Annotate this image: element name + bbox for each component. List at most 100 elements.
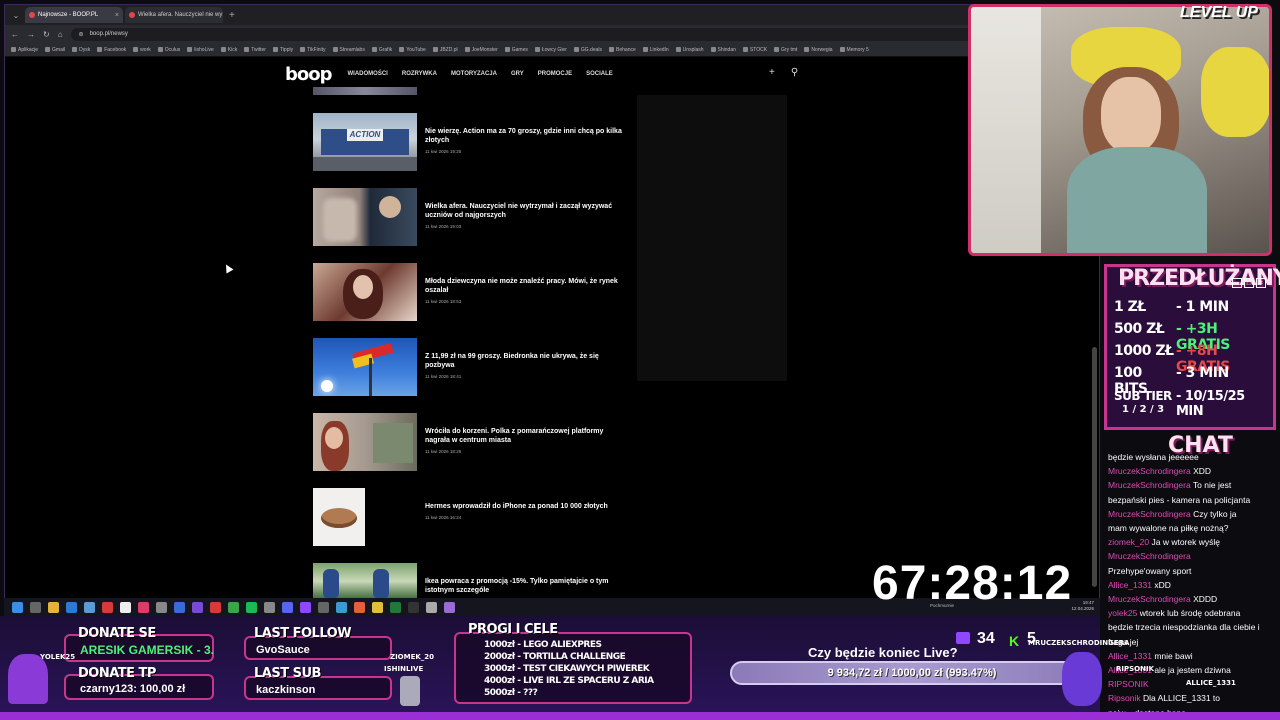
bookmark-item[interactable]: Behance <box>609 47 636 53</box>
site-logo[interactable]: boop <box>285 64 333 85</box>
file-explorer-icon[interactable] <box>48 601 59 613</box>
chat-message: bezpański pies - kamera na policjanta <box>1104 493 1276 507</box>
steam-icon[interactable] <box>336 601 347 613</box>
app-icon[interactable] <box>192 601 203 613</box>
bookmark-item[interactable]: Kick <box>220 47 237 53</box>
app-icon[interactable] <box>102 601 113 613</box>
site-info-icon[interactable]: ⊜ <box>79 31 84 38</box>
article-title[interactable]: Nie wierzę. Action ma za 70 groszy, gdzi… <box>425 127 625 145</box>
bookmark-label: Dysk <box>79 46 91 53</box>
bookmark-icon <box>839 47 845 52</box>
add-icon[interactable]: + <box>769 67 775 78</box>
article-item[interactable]: Wielka afera. Nauczyciel nie wytrzymał i… <box>313 188 625 246</box>
app-icon[interactable] <box>426 601 437 613</box>
bookmark-item[interactable]: GG.deals <box>573 47 602 53</box>
store-icon[interactable] <box>66 601 77 613</box>
twitch-icon[interactable] <box>300 601 311 613</box>
bookmark-item[interactable]: Facebook <box>97 47 126 53</box>
bookmark-item[interactable]: Tipply <box>272 47 293 53</box>
article-item[interactable]: Wróciła do korzeni. Polka z pomarańczowe… <box>313 413 625 471</box>
nav-promocje[interactable]: PROMOCJE <box>538 71 572 77</box>
nav-motoryzacja[interactable]: MOTORYZACJA <box>451 71 497 77</box>
bookmark-item[interactable]: Games <box>504 47 528 53</box>
article-thumbnail[interactable] <box>313 338 417 396</box>
bookmark-item[interactable]: Unsplash <box>675 47 704 53</box>
obs-icon[interactable] <box>264 601 275 613</box>
tab-najnowsze[interactable]: Najnowsze - BOOP.PL × <box>25 7 123 23</box>
article-item[interactable]: Hermes wprowadził do iPhone za ponad 10 … <box>313 488 625 546</box>
article-thumbnail[interactable] <box>313 488 417 546</box>
bookmark-item[interactable]: JBZD.pl <box>432 47 458 53</box>
reload-icon[interactable]: ↻ <box>43 30 50 39</box>
search-icon[interactable] <box>30 601 41 613</box>
notepad-icon[interactable] <box>120 601 131 613</box>
article-item[interactable]: Z 11,99 zł na 99 groszy. Biedronka nie u… <box>313 338 625 396</box>
article-item[interactable]: Ikea powraca z promocją -15%. Tylko pami… <box>313 563 625 599</box>
nav-rozrywka[interactable]: ROZRYWKA <box>402 71 437 77</box>
bookmark-item[interactable]: Dysk <box>72 47 90 53</box>
bookmark-label: Streamlabs <box>339 46 365 53</box>
settings-icon[interactable] <box>156 601 167 613</box>
firefox-icon[interactable] <box>354 601 365 613</box>
nav-wiadomosci[interactable]: WIADOMOŚCI <box>348 71 388 77</box>
bookmark-item[interactable]: Streamlabs <box>332 46 365 53</box>
bookmark-item[interactable]: Shindan <box>710 47 736 53</box>
close-tab-icon[interactable]: × <box>115 12 119 19</box>
article-title[interactable]: Ikea powraca z promocją -15%. Tylko pami… <box>425 577 625 595</box>
chrome-icon[interactable] <box>372 601 383 613</box>
bookmark-item[interactable]: lishoLive <box>187 47 214 53</box>
page-scrollbar[interactable] <box>1092 347 1097 587</box>
article-thumbnail[interactable]: ACTION <box>313 113 417 171</box>
bookmark-item[interactable]: Oculus <box>157 47 180 53</box>
bookmark-item[interactable]: STOCK <box>742 47 767 53</box>
system-tray[interactable]: 19:47 12.04.2026 <box>1071 600 1094 612</box>
back-icon[interactable]: ← <box>11 30 19 39</box>
home-icon[interactable]: ⌂ <box>58 30 63 39</box>
bookmark-item[interactable]: Memory 5 <box>839 47 869 53</box>
bookmark-item[interactable]: Twitter <box>244 47 266 53</box>
discord-icon[interactable] <box>282 601 293 613</box>
app-icon[interactable] <box>174 601 185 613</box>
article-title[interactable]: Wróciła do korzeni. Polka z pomarańczowe… <box>425 427 625 445</box>
article-title[interactable]: Wielka afera. Nauczyciel nie wytrzymał i… <box>425 202 625 220</box>
excel-icon[interactable] <box>390 601 401 613</box>
spotify-icon[interactable] <box>246 601 257 613</box>
bookmark-item[interactable]: YouTube <box>399 47 426 53</box>
start-icon[interactable] <box>12 601 23 613</box>
article-title[interactable]: Hermes wprowadził do iPhone za ponad 10 … <box>425 502 625 511</box>
article-thumbnail[interactable] <box>313 413 417 471</box>
calculator-icon[interactable] <box>84 601 95 613</box>
bookmark-item[interactable]: JoeMonster <box>464 47 498 53</box>
article-item[interactable]: Młoda dziewczyna nie może znaleźć pracy.… <box>313 263 625 321</box>
bookmark-item[interactable]: Gry tmt <box>774 47 797 53</box>
url-field[interactable]: ⊜ boop.pl/newsy <box>70 27 1093 41</box>
xbox-icon[interactable] <box>228 601 239 613</box>
article-item[interactable]: ACTION Nie wierzę. Action ma za 70 grosz… <box>313 113 625 171</box>
forward-icon[interactable]: → <box>27 30 35 39</box>
tiktok-icon[interactable] <box>138 601 149 613</box>
nav-sociale[interactable]: SOCIALE <box>586 71 613 77</box>
search-icon[interactable]: ⚲ <box>791 67 798 78</box>
bookmark-item[interactable]: Grafik <box>371 47 392 53</box>
article-title[interactable]: Młoda dziewczyna nie może znaleźć pracy.… <box>425 277 625 295</box>
new-tab-icon[interactable]: + <box>225 10 239 21</box>
x-icon[interactable] <box>408 601 419 613</box>
bookmark-item[interactable]: LinkedIn <box>642 47 669 53</box>
bookmark-item[interactable]: Aplikacje <box>11 47 38 53</box>
app-icon[interactable] <box>318 601 329 613</box>
tab-list-chevron-icon[interactable]: ⌄ <box>9 11 23 20</box>
article-thumbnail[interactable] <box>313 563 417 599</box>
bookmark-item[interactable]: work <box>133 47 151 53</box>
article-title[interactable]: Z 11,99 zł na 99 groszy. Biedronka nie u… <box>425 352 625 370</box>
bookmark-item[interactable]: TikFinity <box>300 47 326 53</box>
app-icon[interactable] <box>444 601 455 613</box>
article-thumbnail[interactable] <box>313 188 417 246</box>
opera-icon[interactable] <box>210 601 221 613</box>
bookmark-item[interactable]: Łowcy Gier <box>534 47 567 53</box>
tab-wielka-afera[interactable]: Wielka afera. Nauczyciel nie wy × <box>125 7 223 23</box>
previous-article-thumb[interactable] <box>313 87 417 95</box>
nav-gry[interactable]: GRY <box>511 71 524 77</box>
article-thumbnail[interactable] <box>313 263 417 321</box>
bookmark-item[interactable]: Gmail <box>45 47 65 53</box>
bookmark-item[interactable]: Norwegia <box>804 47 833 53</box>
